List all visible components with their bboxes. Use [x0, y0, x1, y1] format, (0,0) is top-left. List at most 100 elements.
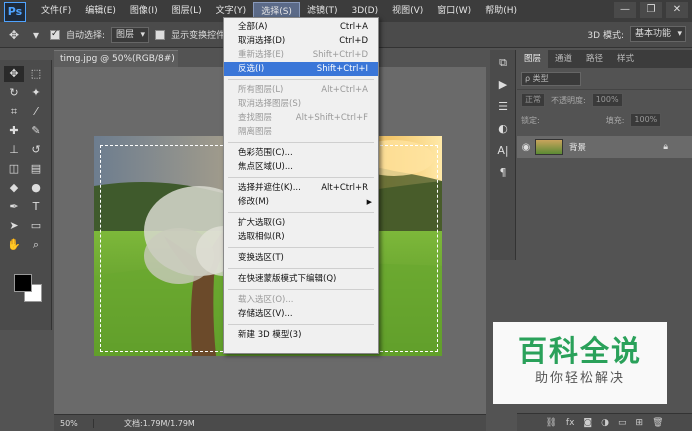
- menu-select-all[interactable]: 全部(A) Ctrl+A: [224, 20, 378, 34]
- menu-edit[interactable]: 编辑(E): [78, 2, 123, 20]
- healing-icon[interactable]: ✚: [4, 123, 24, 139]
- type-icon[interactable]: T: [26, 199, 46, 215]
- path-select-icon[interactable]: ➤: [4, 218, 24, 234]
- menu-image[interactable]: 图像(I): [123, 2, 165, 20]
- menu-file[interactable]: 文件(F): [34, 2, 78, 20]
- zoom-icon[interactable]: ⌕: [26, 237, 46, 253]
- tab-styles[interactable]: 样式: [610, 50, 641, 68]
- crop-icon[interactable]: ⌗: [4, 104, 24, 120]
- panel-tabs: 图层 通道 路径 样式: [517, 50, 692, 68]
- chevron-down-icon[interactable]: ▾: [28, 27, 44, 43]
- blend-row: 正常 不透明度: 100%: [517, 90, 692, 110]
- gradient-icon[interactable]: ▤: [26, 161, 46, 177]
- blur-icon[interactable]: ◆: [4, 180, 24, 196]
- tab-channels[interactable]: 通道: [548, 50, 579, 68]
- hand-icon[interactable]: ✋: [4, 237, 24, 253]
- blend-mode-select[interactable]: 正常: [521, 93, 545, 107]
- submenu-arrow-icon: ▶: [366, 198, 372, 206]
- menu-inverse[interactable]: 反选(I) Shift+Ctrl+I: [224, 62, 378, 76]
- fill-field[interactable]: 100%: [630, 113, 662, 127]
- menu-separator: [228, 247, 374, 248]
- restore-button[interactable]: ❐: [640, 2, 662, 18]
- properties-panel-icon[interactable]: ☰: [493, 98, 513, 116]
- auto-select-label: 自动选择:: [66, 31, 106, 41]
- menu-load-selection: 载入选区(O)...: [238, 295, 294, 305]
- menu-focus-area[interactable]: 焦点区域(U)...: [224, 160, 378, 174]
- menu-transform-selection[interactable]: 变换选区(T): [224, 251, 378, 265]
- show-transform-checkbox[interactable]: [155, 29, 166, 40]
- shape-icon[interactable]: ▭: [26, 218, 46, 234]
- menu-save-selection[interactable]: 存储选区(V)...: [224, 307, 378, 321]
- menu-view[interactable]: 视图(V): [385, 2, 430, 20]
- magic-wand-icon[interactable]: ✦: [26, 85, 46, 101]
- mode-3d-label: 3D 模式:: [587, 30, 624, 41]
- window-controls: — ❐ ✕: [614, 2, 688, 18]
- menu-separator: [228, 268, 374, 269]
- auto-select-checkbox[interactable]: [50, 29, 60, 40]
- tab-layers[interactable]: 图层: [517, 50, 549, 68]
- trash-icon[interactable]: 🗑︎: [652, 418, 663, 428]
- layer-thumbnail: [535, 139, 563, 155]
- menu-separator: [228, 289, 374, 290]
- lock-icon: 🔒︎: [663, 142, 668, 152]
- new-layer-icon[interactable]: ⊞: [636, 418, 644, 428]
- menu-select-and-mask[interactable]: 选择并遮住(K)... Alt+Ctrl+R: [224, 181, 378, 195]
- kind-filter-select[interactable]: ρ 类型: [521, 71, 581, 86]
- menu-modify[interactable]: 修改(M) ▶: [224, 195, 378, 209]
- status-bar: 50% 文档:1.79M/1.79M: [54, 414, 486, 431]
- fx-icon[interactable]: fx: [566, 418, 575, 428]
- eyedropper-icon[interactable]: ⁄: [26, 104, 46, 120]
- dodge-icon[interactable]: ●: [26, 180, 46, 196]
- brush-icon[interactable]: ✎: [26, 123, 46, 139]
- auto-select-target[interactable]: 图层: [111, 26, 150, 43]
- group-icon[interactable]: ▭: [618, 418, 627, 428]
- workspace-select[interactable]: 基本功能: [629, 26, 686, 42]
- actions-panel-icon[interactable]: ▶: [493, 76, 513, 94]
- lasso-icon[interactable]: ↻: [4, 85, 24, 101]
- pen-icon[interactable]: ✒: [4, 199, 24, 215]
- menu-separator: [228, 142, 374, 143]
- lock-row: 锁定: 填充: 100%: [517, 110, 692, 130]
- tab-paths[interactable]: 路径: [579, 50, 610, 68]
- menu-similar[interactable]: 选取相似(R): [224, 230, 378, 244]
- move-tool-icon[interactable]: ✥: [6, 27, 22, 43]
- opacity-field[interactable]: 100%: [591, 93, 623, 107]
- menu-deselect[interactable]: 取消选择(D) Ctrl+D: [224, 34, 378, 48]
- link-icon[interactable]: ⛓: [545, 418, 556, 428]
- zoom-field[interactable]: 50%: [54, 418, 94, 428]
- menu-find-layers: 查找图层 Alt+Shift+Ctrl+F: [238, 113, 368, 123]
- stamp-icon[interactable]: ⊥: [4, 142, 24, 158]
- layer-name: 背景: [569, 143, 587, 153]
- history-panel-icon[interactable]: ⧉: [493, 54, 513, 72]
- menu-new-3d-model[interactable]: 新建 3D 模型(3): [224, 328, 378, 342]
- opacity-label: 不透明度:: [551, 95, 586, 105]
- tools-panel: ✥ ⬚ ↻ ✦ ⌗ ⁄ ✚ ✎ ⊥ ↺ ◫ ▤ ◆ ● ✒ T ➤ ▭ ✋ ⌕: [0, 60, 52, 330]
- adjustments-panel-icon[interactable]: ◐: [493, 120, 513, 138]
- visibility-eye-icon[interactable]: ◉: [517, 142, 535, 153]
- character-panel-icon[interactable]: A|: [493, 142, 513, 160]
- mask-icon[interactable]: ◙: [583, 418, 592, 428]
- layers-footer: ⛓ fx ◙ ◑ ▭ ⊞ 🗑︎: [517, 413, 692, 431]
- layer-filter-row: ρ 类型: [517, 68, 692, 90]
- document-tab-title: timg.jpg @ 50%(RGB/8#): [60, 54, 175, 64]
- paragraph-panel-icon[interactable]: ¶: [493, 164, 513, 182]
- menu-quick-mask[interactable]: 在快速蒙版模式下编辑(Q): [224, 272, 378, 286]
- menu-help[interactable]: 帮助(H): [478, 2, 524, 20]
- photoshop-logo: Ps: [4, 1, 26, 22]
- menu-grow[interactable]: 扩大选取(G): [224, 216, 378, 230]
- history-brush-icon[interactable]: ↺: [26, 142, 46, 158]
- adjustment-icon[interactable]: ◑: [601, 418, 609, 428]
- menu-layer[interactable]: 图层(L): [165, 2, 209, 20]
- menu-color-range[interactable]: 色彩范围(C)...: [224, 146, 378, 160]
- menu-separator: [228, 212, 374, 213]
- close-button[interactable]: ✕: [666, 2, 688, 18]
- menu-window[interactable]: 窗口(W): [430, 2, 478, 20]
- document-tab[interactable]: timg.jpg @ 50%(RGB/8#) ×: [54, 50, 178, 81]
- move-icon[interactable]: ✥: [4, 66, 24, 82]
- foreground-color-swatch[interactable]: [14, 274, 32, 292]
- marquee-icon[interactable]: ⬚: [26, 66, 46, 82]
- menu-separator: [228, 177, 374, 178]
- eraser-icon[interactable]: ◫: [4, 161, 24, 177]
- layer-row-background[interactable]: ◉ 背景 🔒︎: [517, 136, 692, 158]
- minimize-button[interactable]: —: [614, 2, 636, 18]
